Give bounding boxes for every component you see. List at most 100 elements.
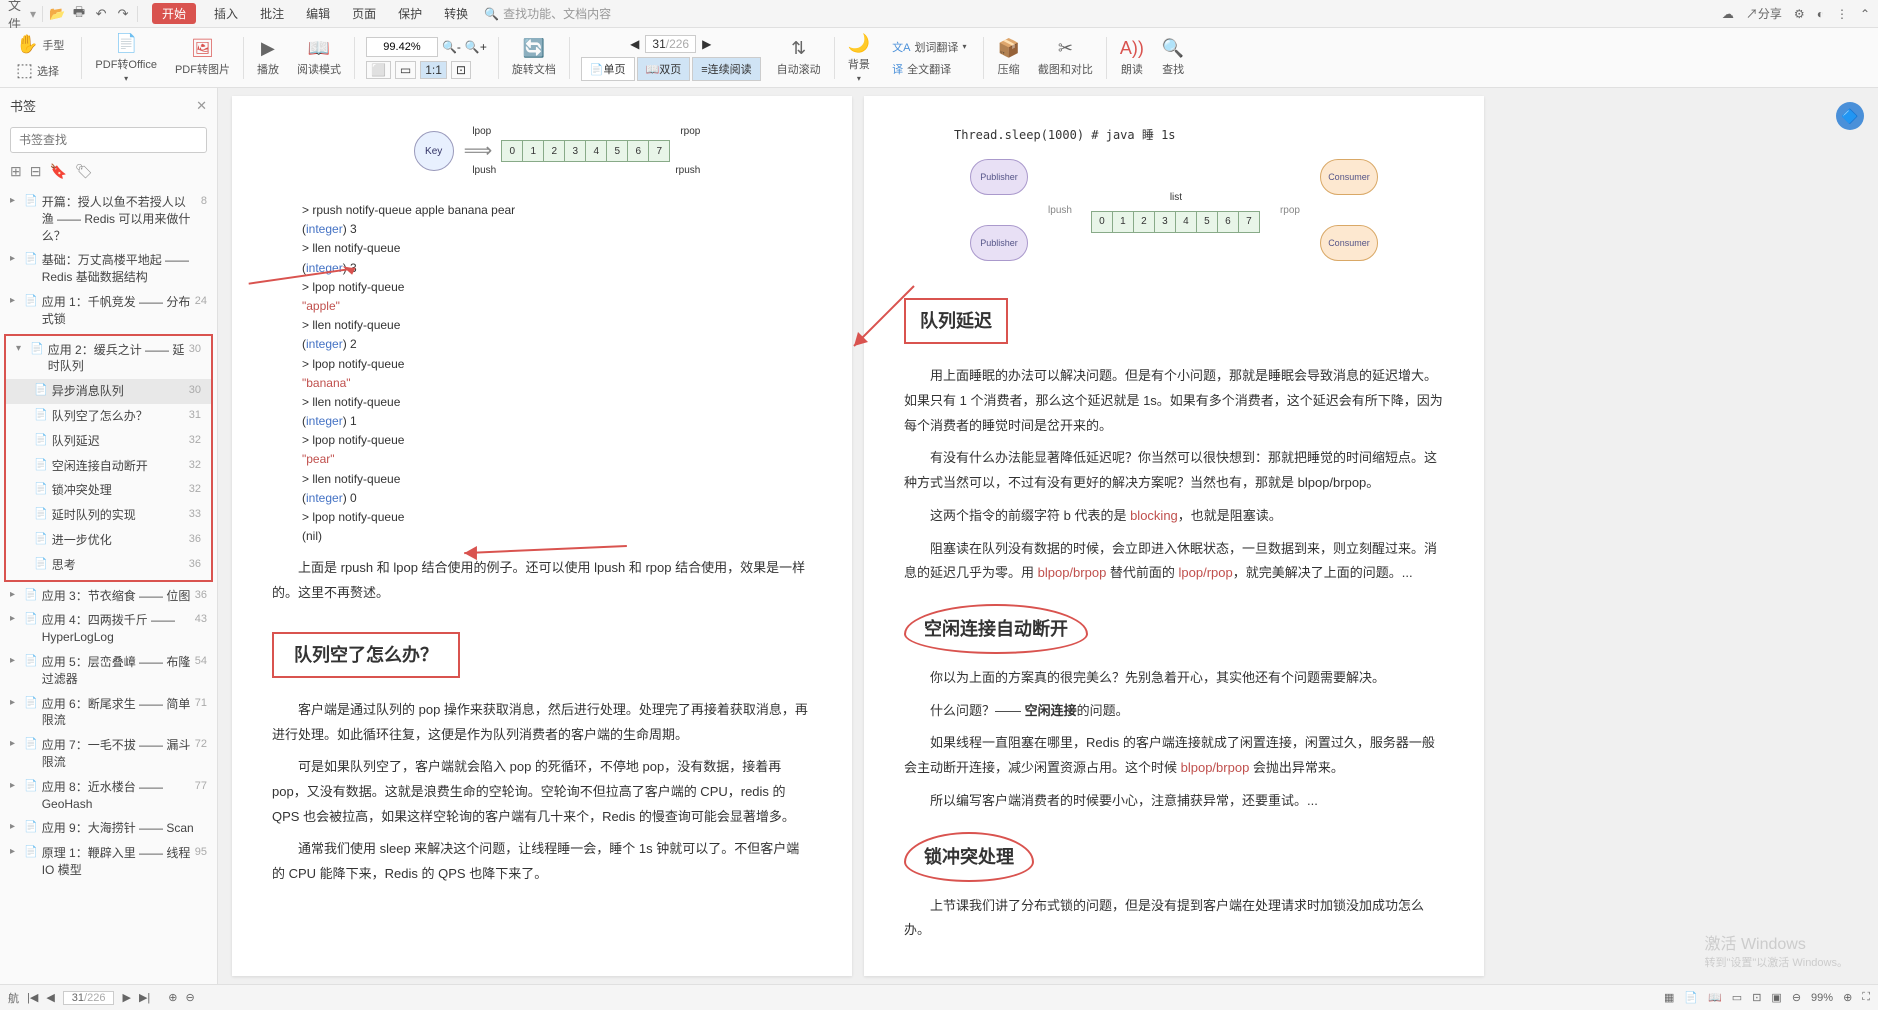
cloud-icon[interactable]: ☁ [1722,7,1734,21]
view-icon[interactable]: ⊡ [1752,991,1761,1004]
menu-convert[interactable]: 转换 [440,3,472,24]
document-viewport[interactable]: Key ⟹ lpop lpush rpop rpush 01234567 > r… [218,88,1878,984]
add-bookmark-icon[interactable]: 🔖 [49,163,66,180]
bookmark-list: ▸📄开篇：授人以鱼不若授人以渔 —— Redis 可以用来做什么？8 ▸📄基础：… [0,186,217,984]
double-page[interactable]: 📖双页 [637,57,691,81]
collapse-all-icon[interactable]: ⊟ [30,163,42,180]
fit-icon[interactable]: ⊡ [451,61,471,79]
fit-width-icon[interactable]: ⬜ [366,61,391,79]
view-icon[interactable]: ▭ [1732,991,1742,1004]
bookmark-item[interactable]: ▸📄应用 3：节衣缩食 —— 位图36 [0,584,217,609]
read-aloud[interactable]: A))朗读 [1112,34,1152,81]
hand-tool[interactable]: ✋手型 [10,32,70,57]
zoom-label[interactable]: 99% [1811,992,1833,1004]
bookmark-item[interactable]: ▸📄应用 7：一毛不拔 —— 漏斗限流72 [0,733,217,775]
bookmark-item[interactable]: ▸📄应用 1：千帆竞发 —— 分布式锁24 [0,290,217,332]
expand-all-icon[interactable]: ⊞ [10,163,22,180]
view-icon[interactable]: 📄 [1684,991,1698,1004]
menu-protect[interactable]: 保护 [394,3,426,24]
background[interactable]: 🌙背景▾ [840,29,878,87]
file-menu-icon[interactable]: 文件 [8,6,24,22]
last-page-icon[interactable]: ▶| [139,991,150,1004]
bookmark-item[interactable]: ▸📄应用 9：大海捞针 —— Scan [0,816,217,841]
sidebar-title: 书签 [10,96,36,115]
bookmark-item[interactable]: ▸📄基础：万丈高楼平地起 —— Redis 基础数据结构 [0,248,217,290]
bookmark-item[interactable]: 📄延时队列的实现33 [6,503,211,528]
caret-icon[interactable]: ⌃ [1860,7,1870,21]
share-button[interactable]: ↗分享 [1746,5,1782,22]
status-icon[interactable]: ⊕ [168,991,177,1004]
actual-size-icon[interactable]: 1:1 [420,61,447,79]
paragraph: 通常我们使用 sleep 来解决这个问题，让线程睡一会，睡个 1s 钟就可以了。… [272,837,812,886]
compress[interactable]: 📦压缩 [989,34,1027,81]
first-page-icon[interactable]: |◀ [27,991,38,1004]
skin-icon[interactable]: ◐ [1817,7,1824,21]
bookmark-item[interactable]: 📄异步消息队列30 [6,379,211,404]
bookmark-item[interactable]: ▸📄应用 8：近水楼台 —— GeoHash77 [0,775,217,817]
full-translate[interactable]: 译全文翻译 [886,59,972,79]
prev-page-icon[interactable]: ◀ [46,991,54,1004]
zoom-input[interactable] [366,37,438,57]
zoom-out-icon[interactable]: 🔍- [442,40,461,54]
menu-insert[interactable]: 插入 [210,3,242,24]
pdf-to-image[interactable]: 🖼PDF转图片 [167,34,238,81]
single-page[interactable]: 📄单页 [581,57,635,81]
close-sidebar-icon[interactable]: ✕ [196,98,207,114]
page-number[interactable]: 31 [652,37,665,51]
bookmark-item[interactable]: ▸📄应用 5：层峦叠嶂 —— 布隆过滤器54 [0,650,217,692]
redo-icon[interactable]: ↷ [115,6,131,22]
word-translate[interactable]: 文A划词翻译▾ [886,37,972,57]
active-bookmark-group: ▾📄应用 2：缓兵之计 —— 延时队列30 📄异步消息队列30 📄队列空了怎么办… [4,334,213,582]
undo-icon[interactable]: ↶ [93,6,109,22]
rotate-button[interactable]: 🔄旋转文档 [504,34,564,81]
zoom-in-icon[interactable]: 🔍+ [465,40,487,54]
zoom-in-icon[interactable]: ⊕ [1843,991,1852,1004]
bookmark-item[interactable]: ▾📄应用 2：缓兵之计 —— 延时队列30 [6,338,211,380]
continuous[interactable]: ≡连续阅读 [692,57,760,81]
bookmark-item[interactable]: 📄队列空了怎么办？31 [6,404,211,429]
fullscreen-icon[interactable]: ⛶ [1862,991,1870,1004]
menu-start[interactable]: 开始 [152,3,196,24]
queue-diagram: Key ⟹ lpop lpush rpop rpush 01234567 [272,116,812,186]
view-icon[interactable]: 📖 [1708,991,1722,1004]
print-icon[interactable]: 🖶 [71,6,87,22]
find[interactable]: 🔍查找 [1154,34,1192,81]
menu-annotate[interactable]: 批注 [256,3,288,24]
bookmark-item[interactable]: ▸📄开篇：授人以鱼不若授人以渔 —— Redis 可以用来做什么？8 [0,190,217,248]
feature-search[interactable]: 🔍 查找功能、文档内容 [484,5,611,22]
view-icon[interactable]: ▦ [1664,991,1674,1004]
bookmark-item[interactable]: 📄思考36 [6,553,211,578]
autoscroll[interactable]: ⇅自动滚动 [769,34,829,81]
crop-compare[interactable]: ✂截图和对比 [1030,34,1101,81]
prev-page-icon[interactable]: ◀ [630,37,639,51]
gear-icon[interactable]: ⚙ [1794,7,1805,21]
heading: 锁冲突处理 [904,832,1444,882]
bookmark-item[interactable]: 📄空闲连接自动断开32 [6,454,211,479]
bookmark-item[interactable]: ▸📄应用 4：四两拨千斤 —— HyperLogLog43 [0,608,217,650]
status-icon[interactable]: ⊖ [185,991,194,1004]
view-icon[interactable]: ▣ [1771,991,1781,1004]
fit-page-icon[interactable]: ▭ [395,61,416,79]
next-page-icon[interactable]: ▶ [702,37,711,51]
bookmark-item[interactable]: 📄锁冲突处理32 [6,478,211,503]
read-mode[interactable]: 📖阅读模式 [289,34,349,81]
select-tool[interactable]: ⬚选择 [10,58,70,83]
menu-page[interactable]: 页面 [348,3,380,24]
open-icon[interactable]: 📂 [49,6,65,22]
next-page-icon[interactable]: ▶ [122,991,130,1004]
bookmark-item[interactable]: ▸📄应用 6：断尾求生 —— 简单限流71 [0,692,217,734]
bookmark-item[interactable]: ▸📄原理 1：鞭辟入里 —— 线程 IO 模型95 [0,841,217,883]
paragraph: 有没有什么办法能显著降低延迟呢？你当然可以很快想到：那就把睡觉的时间缩短点。这种… [904,446,1444,495]
play-button[interactable]: ▶播放 [249,34,287,81]
pdf-to-office[interactable]: 📄PDF转Office▾ [87,29,165,87]
paragraph: 你以为上面的方案真的很完美么？先别急着开心，其实他还有个问题需要解决。 [904,666,1444,691]
float-action-button[interactable]: 🔷 [1836,102,1864,130]
zoom-out-icon[interactable]: ⊖ [1792,991,1801,1004]
menu-edit[interactable]: 编辑 [302,3,334,24]
bookmark-item[interactable]: 📄进一步优化36 [6,528,211,553]
bookmark-item[interactable]: 📄队列延迟32 [6,429,211,454]
status-page[interactable]: 31 [72,992,84,1004]
bookmark-search-input[interactable] [10,127,207,153]
bookmark-icon[interactable]: 🏷 [75,163,93,180]
more-icon[interactable]: ⋮ [1836,7,1848,21]
